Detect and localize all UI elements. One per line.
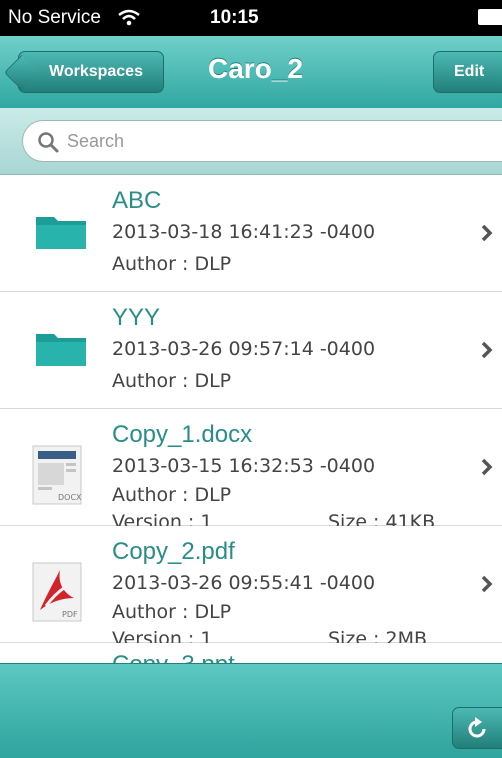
list-item-abc[interactable]: ABC 2013-03-18 16:41:23 -0400 Author : D… xyxy=(0,175,502,292)
item-name: Copy_2.pdf xyxy=(112,538,235,565)
folder-icon xyxy=(36,334,86,366)
page-title: Caro_2 xyxy=(208,53,303,84)
search-bar: Search xyxy=(0,108,502,175)
folder-icon xyxy=(36,217,86,249)
item-name: YYY xyxy=(112,304,161,331)
back-button-label: Workspaces xyxy=(49,63,143,80)
navigation-bar: Workspaces Caro_2 Edit xyxy=(0,36,502,109)
item-name: Copy_1.docx xyxy=(112,421,253,448)
item-name: ABC xyxy=(112,187,162,214)
wifi-icon xyxy=(118,9,140,26)
search-icon xyxy=(38,132,59,153)
search-placeholder: Search xyxy=(67,131,125,151)
item-author: Author : DLP xyxy=(112,253,232,275)
docx-icon-label: DOCX xyxy=(58,493,82,502)
status-bar: No Service 10:15 xyxy=(0,0,502,36)
item-date: 2013-03-26 09:55:41 -0400 xyxy=(112,572,376,594)
list-item-yyy[interactable]: YYY 2013-03-26 09:57:14 -0400 Author : D… xyxy=(0,292,502,409)
clock: 10:15 xyxy=(210,7,259,28)
screen: No Service 10:15 Workspaces Caro_2 Edit … xyxy=(0,0,502,758)
list-item-copy-2-pdf[interactable]: PDF Copy_2.pdf 2013-03-26 09:55:41 -0400… xyxy=(0,526,502,650)
chevron-right-icon xyxy=(481,224,493,242)
item-name: Copy_3.ppt xyxy=(112,651,235,663)
carrier-label: No Service xyxy=(8,7,101,28)
item-date: 2013-03-15 16:32:53 -0400 xyxy=(112,455,376,477)
refresh-icon xyxy=(468,717,486,738)
back-button[interactable]: Workspaces xyxy=(18,51,164,93)
search-input[interactable]: Search xyxy=(22,120,502,162)
chevron-right-icon xyxy=(481,458,493,476)
file-list: ABC 2013-03-18 16:41:23 -0400 Author : D… xyxy=(0,175,502,663)
bottom-toolbar xyxy=(0,663,502,758)
pdf-icon: PDF xyxy=(32,562,82,622)
edit-button[interactable]: Edit xyxy=(433,51,502,93)
docx-icon: DOCX xyxy=(32,445,82,505)
pdf-icon-label: PDF xyxy=(62,610,78,619)
item-author: Author : DLP xyxy=(112,484,232,506)
chevron-right-icon xyxy=(481,575,493,593)
list-item-copy-3-ppt[interactable]: Copy_3.ppt xyxy=(0,643,502,663)
item-date: 2013-03-26 09:57:14 -0400 xyxy=(112,338,376,360)
item-author: Author : DLP xyxy=(112,370,232,392)
refresh-button[interactable] xyxy=(452,707,502,749)
item-author: Author : DLP xyxy=(112,601,232,623)
item-date: 2013-03-18 16:41:23 -0400 xyxy=(112,221,376,243)
list-item-copy-1-docx[interactable]: DOCX Copy_1.docx 2013-03-15 16:32:53 -04… xyxy=(0,409,502,533)
battery-icon xyxy=(478,9,502,25)
chevron-right-icon xyxy=(481,341,493,359)
